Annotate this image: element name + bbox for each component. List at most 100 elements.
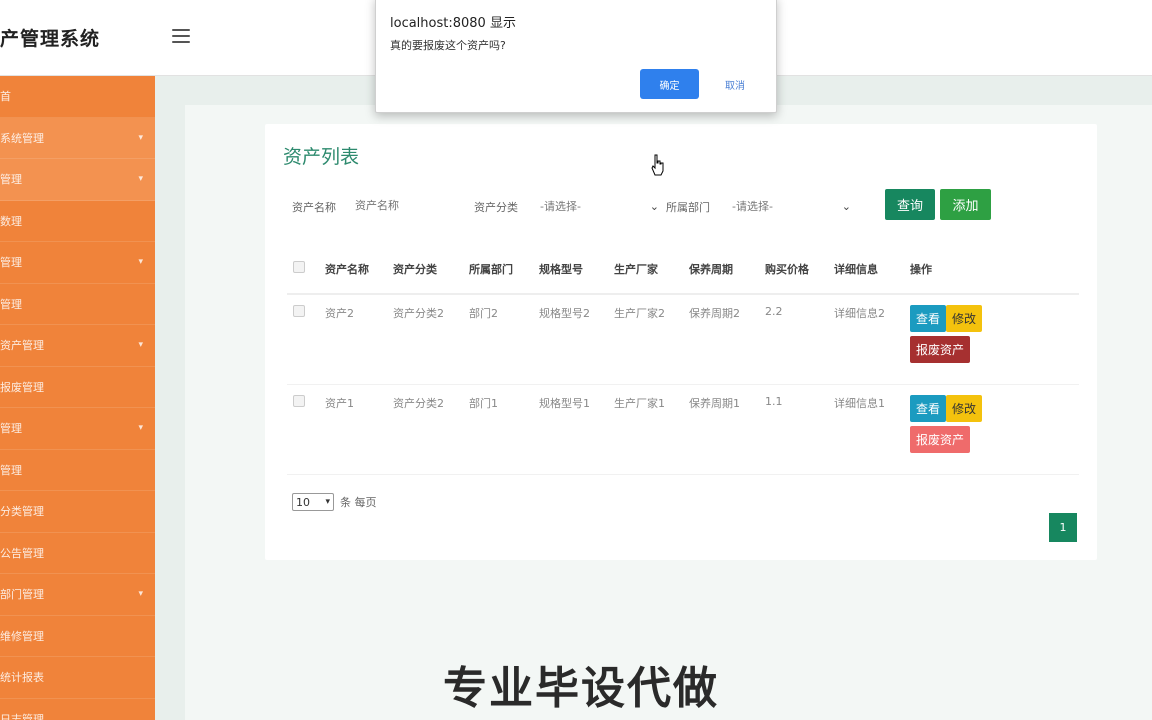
edit-button[interactable]: 修改 [946,394,983,422]
asset-table: 资产名称 资产分类 所属部门 规格型号 生产厂家 保养周期 购买价格 详细信息 … [287,244,1079,475]
cell-cycle: 保养周期1 [683,384,759,475]
sidebar-item[interactable]: 公告管理 [0,533,155,574]
sidebar-item-label: 管理 [0,173,22,187]
dialog-cancel-button[interactable]: 取消 [710,69,760,99]
column-header: 生产厂家 [608,244,683,295]
chevron-down-icon: ⌄ [649,199,659,213]
view-button[interactable]: 查看 [910,394,947,422]
sidebar-item[interactable]: 统计报表 [0,657,155,699]
asset-name-input[interactable] [355,195,460,217]
cell-category: 资产分类2 [387,384,463,475]
column-header: 详细信息 [828,244,904,295]
asset-category-select[interactable]: -请选择- ⌄ [540,195,659,217]
watermark-text: 专业毕设代做 [443,663,719,714]
dialog-title: localhost:8080 显示 [390,16,516,31]
sidebar-item-label: 数理 [0,214,22,228]
sidebar-item-label: 资产管理 [0,339,44,353]
hand-cursor-icon [651,154,664,176]
dialog-ok-button[interactable]: 确定 [640,69,699,99]
sidebar-item[interactable]: 管理 [0,450,155,491]
cell-actions: 查看 修改报废资产 [904,384,1079,475]
table-row: 资产2 资产分类2 部门2 规格型号2 生产厂家2 保养周期2 2.2 详细信息2 查看 修改 报废… [287,294,1079,385]
page-size-select[interactable]: 10 ▾ [292,493,334,511]
cell-spec: 规格型号2 [533,294,608,385]
column-header: 资产名称 [319,244,387,295]
asset-category-value: -请选择- [540,200,581,213]
cell-price: 1.1 [759,384,828,475]
sidebar-item[interactable]: 数理 [0,201,155,242]
sidebar-item[interactable]: 资产管理 ▾ [0,325,155,367]
scrap-asset-button[interactable]: 报废资产 [910,336,971,363]
cell-spec: 规格型号1 [533,384,608,475]
cell-maker: 生产厂家2 [608,294,683,385]
chevron-down-icon: ▾ [138,340,143,351]
cell-dept: 部门2 [463,294,533,385]
sidebar-item[interactable]: 部门管理 ▾ [0,574,155,616]
cell-cycle: 保养周期2 [683,294,759,385]
sidebar-item[interactable]: 管理 ▾ [0,242,155,284]
table-row: 资产1 资产分类2 部门1 规格型号1 生产厂家1 保养周期1 1.1 详细信息1 查看 修改 报废… [287,384,1079,475]
sidebar-item[interactable]: 管理 [0,284,155,325]
view-button[interactable]: 查看 [910,305,947,332]
cell-dept: 部门1 [463,384,533,475]
column-header: 所属部门 [463,244,533,295]
cell-name: 资产2 [319,294,387,385]
sidebar-item-label: 公告管理 [0,546,44,560]
sidebar-item[interactable]: 系统管理 ▾ [0,117,155,159]
chevron-down-icon: ⌄ [841,199,851,213]
query-button[interactable]: 查询 [885,189,935,220]
sidebar-item-label: 报废管理 [0,380,44,394]
cell-actions: 查看 修改报废资产 [904,294,1079,385]
sidebar-item-label: 部门管理 [0,588,44,602]
edit-button[interactable]: 修改 [946,305,983,332]
sidebar-item-label: 首 [0,90,11,104]
column-header: 资产分类 [387,244,463,295]
sidebar-item-label: 日志管理 [0,712,44,720]
sidebar-item-label: 统计报表 [0,671,44,685]
row-checkbox[interactable] [293,394,305,407]
sidebar-item[interactable]: 首 [0,76,155,118]
page-size-control: 10 ▾ 条 每页 [292,493,377,511]
sidebar-item[interactable]: 分类管理 [0,491,155,533]
chevron-down-icon: ▾ [138,589,143,600]
add-button[interactable]: 添加 [940,189,991,220]
sidebar-item-label: 分类管理 [0,505,44,519]
sidebar: 首系统管理 ▾ 管理 ▾ 数理 管理 ▾ 管理 资产管理 ▾ 报废管理 管理 ▾ 管理 分类管理 公告管理 部门… [0,76,155,720]
department-label: 所属部门 [666,201,710,214]
cell-detail: 详细信息2 [828,294,904,385]
column-header: 操作 [904,244,1079,295]
table-header-row: 资产名称 资产分类 所属部门 规格型号 生产厂家 保养周期 购买价格 详细信息 … [287,244,1079,295]
sidebar-item[interactable]: 维修管理 [0,616,155,657]
sidebar-item-label: 管理 [0,463,22,477]
page-button-current[interactable]: 1 [1049,513,1077,542]
menu-toggle-icon[interactable] [172,29,190,43]
cell-maker: 生产厂家1 [608,384,683,475]
department-select[interactable]: -请选择- ⌄ [732,195,851,217]
sidebar-item-label: 管理 [0,422,22,436]
sidebar-item[interactable]: 日志管理 [0,699,155,720]
sidebar-item-label: 管理 [0,256,22,270]
dialog-message: 真的要报废这个资产吗? [390,39,506,52]
scrap-asset-button[interactable]: 报废资产 [910,425,971,453]
asset-name-label: 资产名称 [292,201,336,214]
sidebar-item[interactable]: 报废管理 [0,367,155,408]
page-title: 资产列表 [283,146,360,168]
app-title: 产管理系统 [0,28,101,50]
chevron-down-icon: ▾ [138,423,143,434]
column-header: 保养周期 [683,244,759,295]
page-size-value: 10 [296,495,310,509]
confirm-dialog: localhost:8080 显示 真的要报废这个资产吗? 确定 取消 [375,0,777,113]
chevron-down-icon: ▾ [138,174,143,185]
cell-detail: 详细信息1 [828,384,904,475]
cell-category: 资产分类2 [387,294,463,385]
sidebar-item[interactable]: 管理 ▾ [0,159,155,201]
chevron-down-icon: ▾ [138,257,143,268]
column-header: 规格型号 [533,244,608,295]
sidebar-item[interactable]: 管理 ▾ [0,408,155,450]
column-header: 购买价格 [759,244,828,295]
department-value: -请选择- [732,200,773,213]
select-all-checkbox[interactable] [293,261,305,273]
chevron-down-icon: ▾ [325,497,330,507]
sidebar-item-label: 维修管理 [0,629,44,643]
row-checkbox[interactable] [293,305,305,317]
